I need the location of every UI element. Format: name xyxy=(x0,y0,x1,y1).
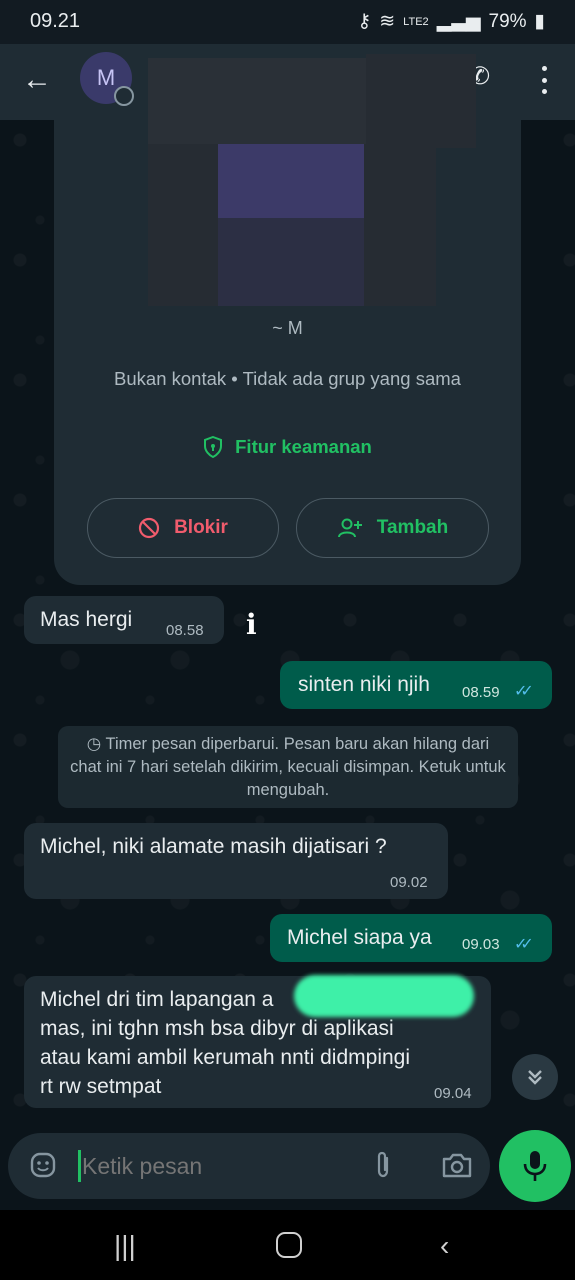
message-time: 09.04 xyxy=(434,1085,472,1102)
add-contact-button[interactable]: Tambah xyxy=(296,498,489,558)
block-label: Blokir xyxy=(174,517,228,538)
voice-message-button[interactable] xyxy=(499,1130,571,1202)
contact-name: ~ M xyxy=(272,318,303,338)
message-line: mas, ini tghn msh bsa dibyr di aplikasi xyxy=(40,1017,394,1040)
message-time: 08.58 xyxy=(166,622,204,639)
scroll-down-icon[interactable] xyxy=(512,1054,558,1100)
security-features-link[interactable]: Fitur keamanan xyxy=(54,436,521,458)
redaction-mark xyxy=(294,975,474,1017)
info-icon[interactable]: i xyxy=(246,608,257,641)
home-icon[interactable] xyxy=(276,1232,302,1258)
block-icon xyxy=(138,517,160,539)
message-text: Michel, niki alamate masih dijatisari ? xyxy=(40,835,387,858)
message-line: rt rw setmpat xyxy=(40,1075,162,1098)
message-time: 09.02 xyxy=(390,874,428,891)
shield-icon xyxy=(204,436,223,458)
message-text: sinten niki njih xyxy=(298,673,430,696)
status-icons: ⚷ ≋ LTE2 ▂▃▅ 79% ▮ xyxy=(357,10,545,33)
message-text: Mas hergi xyxy=(40,608,133,631)
read-ticks-icon: ✓✓ xyxy=(514,683,534,700)
key-icon: ⚷ xyxy=(357,11,372,32)
contact-info-text: Bukan kontak • Tidak ada grup yang sama xyxy=(114,368,461,389)
back-nav-icon[interactable]: ‹ xyxy=(440,1230,449,1262)
signal-icon: ▂▃▅ xyxy=(436,11,481,32)
lte-label: LTE2 xyxy=(403,15,429,28)
camera-icon[interactable] xyxy=(440,1150,474,1180)
battery-icon: ▮ xyxy=(534,11,545,32)
block-button[interactable]: Blokir xyxy=(87,498,279,558)
attach-icon[interactable] xyxy=(368,1150,398,1180)
recent-apps-icon[interactable]: ||| xyxy=(114,1230,136,1262)
text-cursor xyxy=(78,1150,81,1182)
more-options-icon[interactable] xyxy=(532,62,556,98)
add-label: Tambah xyxy=(376,517,449,538)
timer-icon: ◷ xyxy=(86,735,106,753)
message-time: 09.03 xyxy=(462,936,500,953)
double-chevron-down-icon xyxy=(528,1070,542,1085)
wifi-icon: ≋ xyxy=(379,11,396,32)
battery-percent: 79% xyxy=(488,10,527,32)
message-input[interactable] xyxy=(82,1150,352,1182)
blurred-region xyxy=(218,218,364,306)
security-label: Fitur keamanan xyxy=(235,436,372,457)
add-person-icon xyxy=(337,518,362,538)
blurred-region xyxy=(218,144,364,218)
back-arrow-icon[interactable]: ← xyxy=(22,60,52,100)
message-text: Michel siapa ya xyxy=(287,926,432,949)
status-time: 09.21 xyxy=(30,10,81,32)
sticker-icon[interactable] xyxy=(28,1150,58,1180)
disappearing-timer-icon xyxy=(114,86,134,106)
microphone-icon xyxy=(523,1151,547,1181)
message-line: atau kami ambil kerumah nnti didmpingi xyxy=(40,1046,411,1069)
system-notice-text: ◷ Timer pesan diperbarui. Pesan baru aka… xyxy=(70,735,506,799)
message-time: 08.59 xyxy=(462,684,500,701)
blurred-region xyxy=(366,54,476,148)
read-ticks-icon: ✓✓ xyxy=(514,936,534,953)
